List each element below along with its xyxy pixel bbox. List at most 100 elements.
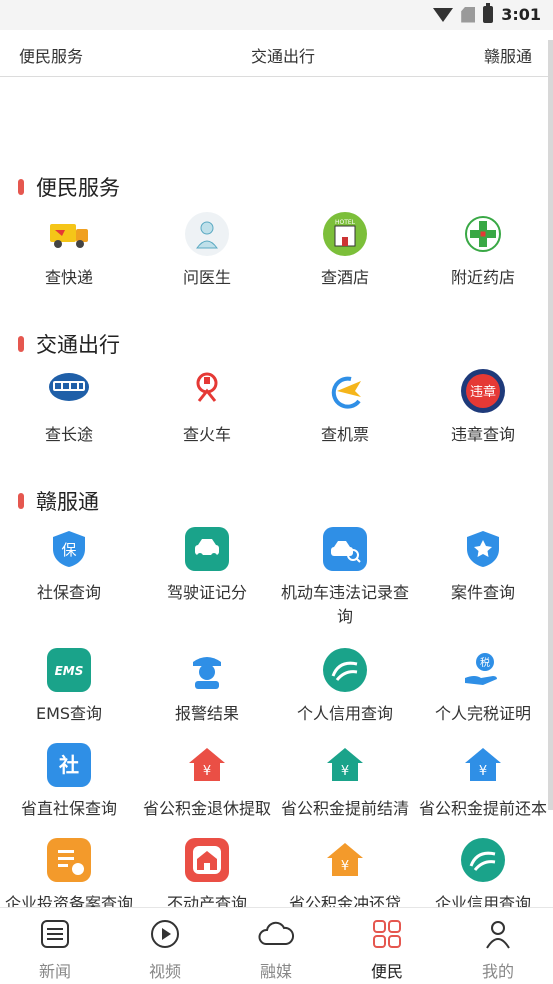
credit-icon bbox=[323, 648, 367, 692]
credit-icon bbox=[461, 838, 505, 882]
nav-media[interactable]: 融媒 bbox=[221, 918, 331, 982]
svg-text:HOTEL: HOTEL bbox=[335, 219, 356, 226]
section-marker bbox=[18, 179, 24, 195]
grid-item-express[interactable]: 查快递 bbox=[0, 212, 138, 290]
news-icon bbox=[41, 920, 69, 948]
grid-item-personal-credit[interactable]: 个人信用查询 bbox=[276, 648, 414, 726]
grid-item-label: 查火车 bbox=[182, 425, 231, 444]
grid-item-label: 个人完税证明 bbox=[434, 704, 531, 723]
status-icons: 3:01 bbox=[433, 3, 541, 24]
grid-item-police-result[interactable]: 报警结果 bbox=[138, 648, 276, 726]
nav-label: 融媒 bbox=[259, 962, 292, 981]
police-officer-icon bbox=[185, 648, 229, 692]
svg-text:税: 税 bbox=[480, 656, 490, 669]
grid-item-fund-offset[interactable]: ¥ 省公积金冲还贷 bbox=[276, 838, 414, 916]
svg-text:¥: ¥ bbox=[341, 859, 349, 874]
ems-icon: EMS bbox=[47, 648, 91, 692]
grid-item-label: 机动车违法记录查询 bbox=[280, 583, 409, 626]
nav-news[interactable]: 新闻 bbox=[0, 918, 110, 982]
hotel-icon: HOTEL bbox=[323, 212, 367, 256]
nav-label: 视频 bbox=[148, 962, 181, 981]
grid-item-label: 社保查询 bbox=[36, 583, 101, 602]
section-title-text: 便民服务 bbox=[36, 176, 120, 200]
grid-item-provincial-social-security[interactable]: 社 省直社保查询 bbox=[0, 743, 138, 821]
grid-item-case-query[interactable]: 案件查询 bbox=[414, 527, 552, 605]
grid-item-train[interactable]: 查火车 bbox=[138, 369, 276, 447]
svg-text:社: 社 bbox=[58, 753, 79, 777]
grid-item-label: 违章查询 bbox=[450, 425, 515, 444]
svg-text:¥: ¥ bbox=[341, 764, 349, 779]
section-title-text: 交通出行 bbox=[36, 333, 120, 357]
grid-item-label: 附近药店 bbox=[450, 268, 515, 287]
house-fund-icon: ¥ bbox=[461, 743, 505, 787]
social-security-icon: 社 bbox=[47, 743, 91, 787]
battery-icon bbox=[483, 3, 494, 23]
grid-item-license-points[interactable]: 驾驶证记分 bbox=[138, 527, 276, 605]
nav-convenience[interactable]: 便民 bbox=[332, 918, 442, 982]
grid-item-social-security[interactable]: 保 社保查询 bbox=[0, 527, 138, 605]
grid-item-ems[interactable]: EMS EMS查询 bbox=[0, 648, 138, 726]
section-title-text: 赣服通 bbox=[36, 490, 99, 514]
train-icon bbox=[185, 369, 229, 413]
tab-bar: 便民服务 交通出行 赣服通 bbox=[0, 30, 553, 77]
sim-icon bbox=[461, 6, 476, 23]
grid-icon bbox=[373, 920, 401, 948]
tab-ganfutong[interactable]: 赣服通 bbox=[484, 43, 532, 67]
section-title-ganfutong: 赣服通 bbox=[18, 486, 99, 516]
status-time: 3:01 bbox=[501, 5, 541, 24]
grid-item-tax-proof[interactable]: 税 个人完税证明 bbox=[414, 648, 552, 726]
grid-item-label: 问医生 bbox=[182, 268, 231, 287]
grid-item-label: 查机票 bbox=[320, 425, 369, 444]
grid-item-vehicle-violation[interactable]: 机动车违法记录查询 bbox=[276, 527, 414, 629]
nav-label: 便民 bbox=[370, 962, 403, 981]
grid-item-enterprise-filing[interactable]: 企业投资备案查询 bbox=[0, 838, 138, 916]
grid-item-fund-settle[interactable]: ¥ 省公积金提前结清 bbox=[276, 743, 414, 821]
grid-item-label: 驾驶证记分 bbox=[166, 583, 247, 602]
nav-video[interactable]: 视频 bbox=[110, 918, 220, 982]
cloud-icon bbox=[258, 921, 295, 945]
grid-item-label: 报警结果 bbox=[174, 704, 239, 723]
pharmacy-icon bbox=[461, 212, 505, 256]
grid-item-label: 查酒店 bbox=[320, 268, 369, 287]
violation-icon: 违章 bbox=[461, 369, 505, 413]
section-marker bbox=[18, 493, 24, 509]
grid-item-hotel[interactable]: HOTEL 查酒店 bbox=[276, 212, 414, 290]
house-fund-icon: ¥ bbox=[323, 838, 367, 882]
grid-item-fund-prepay[interactable]: ¥ 省公积金提前还本 bbox=[414, 743, 552, 821]
doctor-icon bbox=[185, 212, 229, 256]
grid-item-bus[interactable]: 查长途 bbox=[0, 369, 138, 447]
nav-profile[interactable]: 我的 bbox=[443, 918, 553, 982]
grid-item-label: 查长途 bbox=[44, 425, 93, 444]
wifi-icon bbox=[433, 7, 454, 22]
nav-label: 我的 bbox=[481, 962, 514, 981]
shield-bao-icon: 保 bbox=[47, 527, 91, 571]
tab-transport[interactable]: 交通出行 bbox=[251, 43, 315, 67]
tab-convenience[interactable]: 便民服务 bbox=[19, 43, 83, 67]
nav-label: 新闻 bbox=[38, 962, 71, 981]
grid-item-real-estate[interactable]: 不动产查询 bbox=[138, 838, 276, 916]
section-title-transport: 交通出行 bbox=[18, 329, 120, 359]
house-fund-icon: ¥ bbox=[185, 743, 229, 787]
grid-item-label: 省公积金提前还本 bbox=[418, 799, 547, 818]
real-estate-icon bbox=[185, 838, 229, 882]
grid-item-label: 案件查询 bbox=[450, 583, 515, 602]
svg-text:¥: ¥ bbox=[203, 764, 211, 779]
grid-item-label: 个人信用查询 bbox=[296, 704, 393, 723]
grid-item-violation[interactable]: 违章 违章查询 bbox=[414, 369, 552, 447]
section-marker bbox=[18, 336, 24, 352]
tax-hand-icon: 税 bbox=[461, 648, 505, 692]
grid-item-label: 省直社保查询 bbox=[20, 799, 117, 818]
grid-item-label: EMS查询 bbox=[35, 704, 103, 723]
grid-item-label: 省公积金退休提取 bbox=[142, 799, 271, 818]
grid-item-fund-retire[interactable]: ¥ 省公积金退休提取 bbox=[138, 743, 276, 821]
grid-item-pharmacy[interactable]: 附近药店 bbox=[414, 212, 552, 290]
grid-item-enterprise-credit[interactable]: 企业信用查询 bbox=[414, 838, 552, 916]
police-badge-icon bbox=[461, 527, 505, 571]
svg-text:违章: 违章 bbox=[470, 384, 496, 400]
status-bar: 3:01 bbox=[0, 0, 553, 30]
bus-icon bbox=[47, 369, 91, 413]
grid-item-flight[interactable]: 查机票 bbox=[276, 369, 414, 447]
svg-text:保: 保 bbox=[61, 541, 76, 559]
grid-item-label: 省公积金提前结清 bbox=[280, 799, 409, 818]
grid-item-doctor[interactable]: 问医生 bbox=[138, 212, 276, 290]
